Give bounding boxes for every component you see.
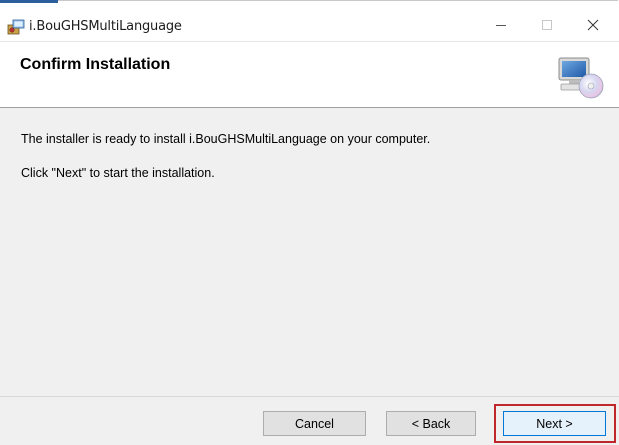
top-strip — [0, 0, 619, 12]
ready-message: The installer is ready to install i.BouG… — [21, 132, 431, 146]
computer-cd-icon — [555, 52, 605, 102]
close-button[interactable] — [570, 12, 616, 41]
instruction-message: Click "Next" to start the installation. — [21, 166, 215, 180]
installer-window: i.BouGHSMultiLanguage Confirm Installati… — [0, 0, 619, 445]
cancel-button[interactable]: Cancel — [263, 411, 366, 436]
installer-app-icon — [7, 19, 25, 35]
next-button[interactable]: Next > — [503, 411, 606, 436]
content-area: The installer is ready to install i.BouG… — [0, 108, 619, 396]
close-icon — [587, 18, 599, 36]
window-title: i.BouGHSMultiLanguage — [29, 19, 182, 34]
minimize-button[interactable] — [478, 12, 524, 41]
title-bar[interactable]: i.BouGHSMultiLanguage — [0, 12, 619, 42]
page-title: Confirm Installation — [20, 56, 171, 73]
top-divider — [58, 0, 618, 1]
top-accent-bar — [0, 0, 58, 3]
maximize-icon — [541, 18, 553, 36]
back-button[interactable]: < Back — [386, 411, 476, 436]
minimize-icon — [495, 18, 507, 36]
button-bar: Cancel < Back Next > — [0, 396, 619, 445]
maximize-button[interactable] — [524, 12, 570, 41]
header-band: Confirm Installation — [0, 42, 619, 108]
